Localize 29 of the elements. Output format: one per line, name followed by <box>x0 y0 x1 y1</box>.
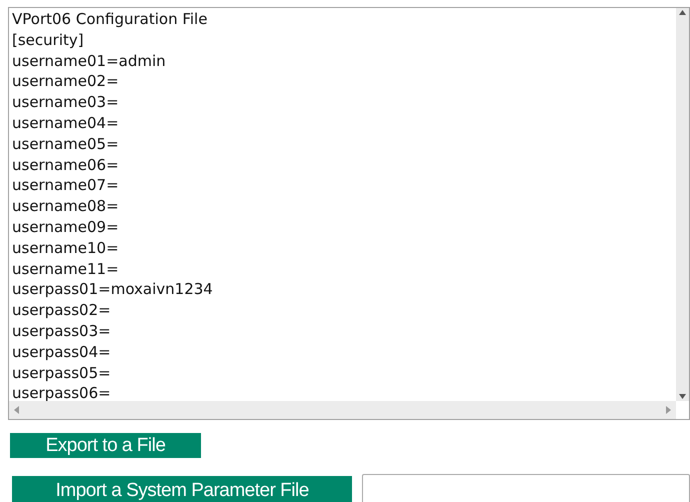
config-line: username03= <box>12 92 120 113</box>
config-line: userpass02= <box>12 300 112 321</box>
config-line: VPort06 Configuration File <box>12 9 208 30</box>
export-button[interactable]: Export to a File <box>10 433 201 458</box>
config-line: username04= <box>12 112 120 134</box>
config-line: [security] <box>12 30 85 51</box>
config-line: userpass01=moxaivn1234 <box>12 279 214 300</box>
config-line: username02= <box>12 71 120 92</box>
scroll-down-icon[interactable] <box>679 394 686 399</box>
config-line: username11= <box>12 258 120 280</box>
config-line: username06= <box>12 154 120 176</box>
import-button[interactable]: Import a System Parameter File <box>12 476 352 502</box>
config-line: username10= <box>12 238 120 259</box>
scroll-left-icon[interactable] <box>14 406 19 414</box>
config-line: username05= <box>12 134 120 155</box>
scroll-right-icon[interactable] <box>666 406 671 414</box>
config-text-area[interactable] <box>8 7 690 420</box>
config-line: userpass05= <box>12 362 112 384</box>
horizontal-scrollbar[interactable] <box>9 401 676 419</box>
config-line: username09= <box>12 216 120 238</box>
config-line: userpass06= <box>12 383 112 401</box>
config-line: userpass04= <box>12 342 112 363</box>
config-line: username08= <box>12 196 120 217</box>
vertical-scrollbar[interactable] <box>676 8 689 401</box>
config-line: username01=admin <box>12 50 167 72</box>
scroll-up-icon[interactable] <box>679 10 686 15</box>
config-line: userpass03= <box>12 320 112 342</box>
config-line: username07= <box>12 175 120 196</box>
file-input-field[interactable] <box>362 474 690 502</box>
